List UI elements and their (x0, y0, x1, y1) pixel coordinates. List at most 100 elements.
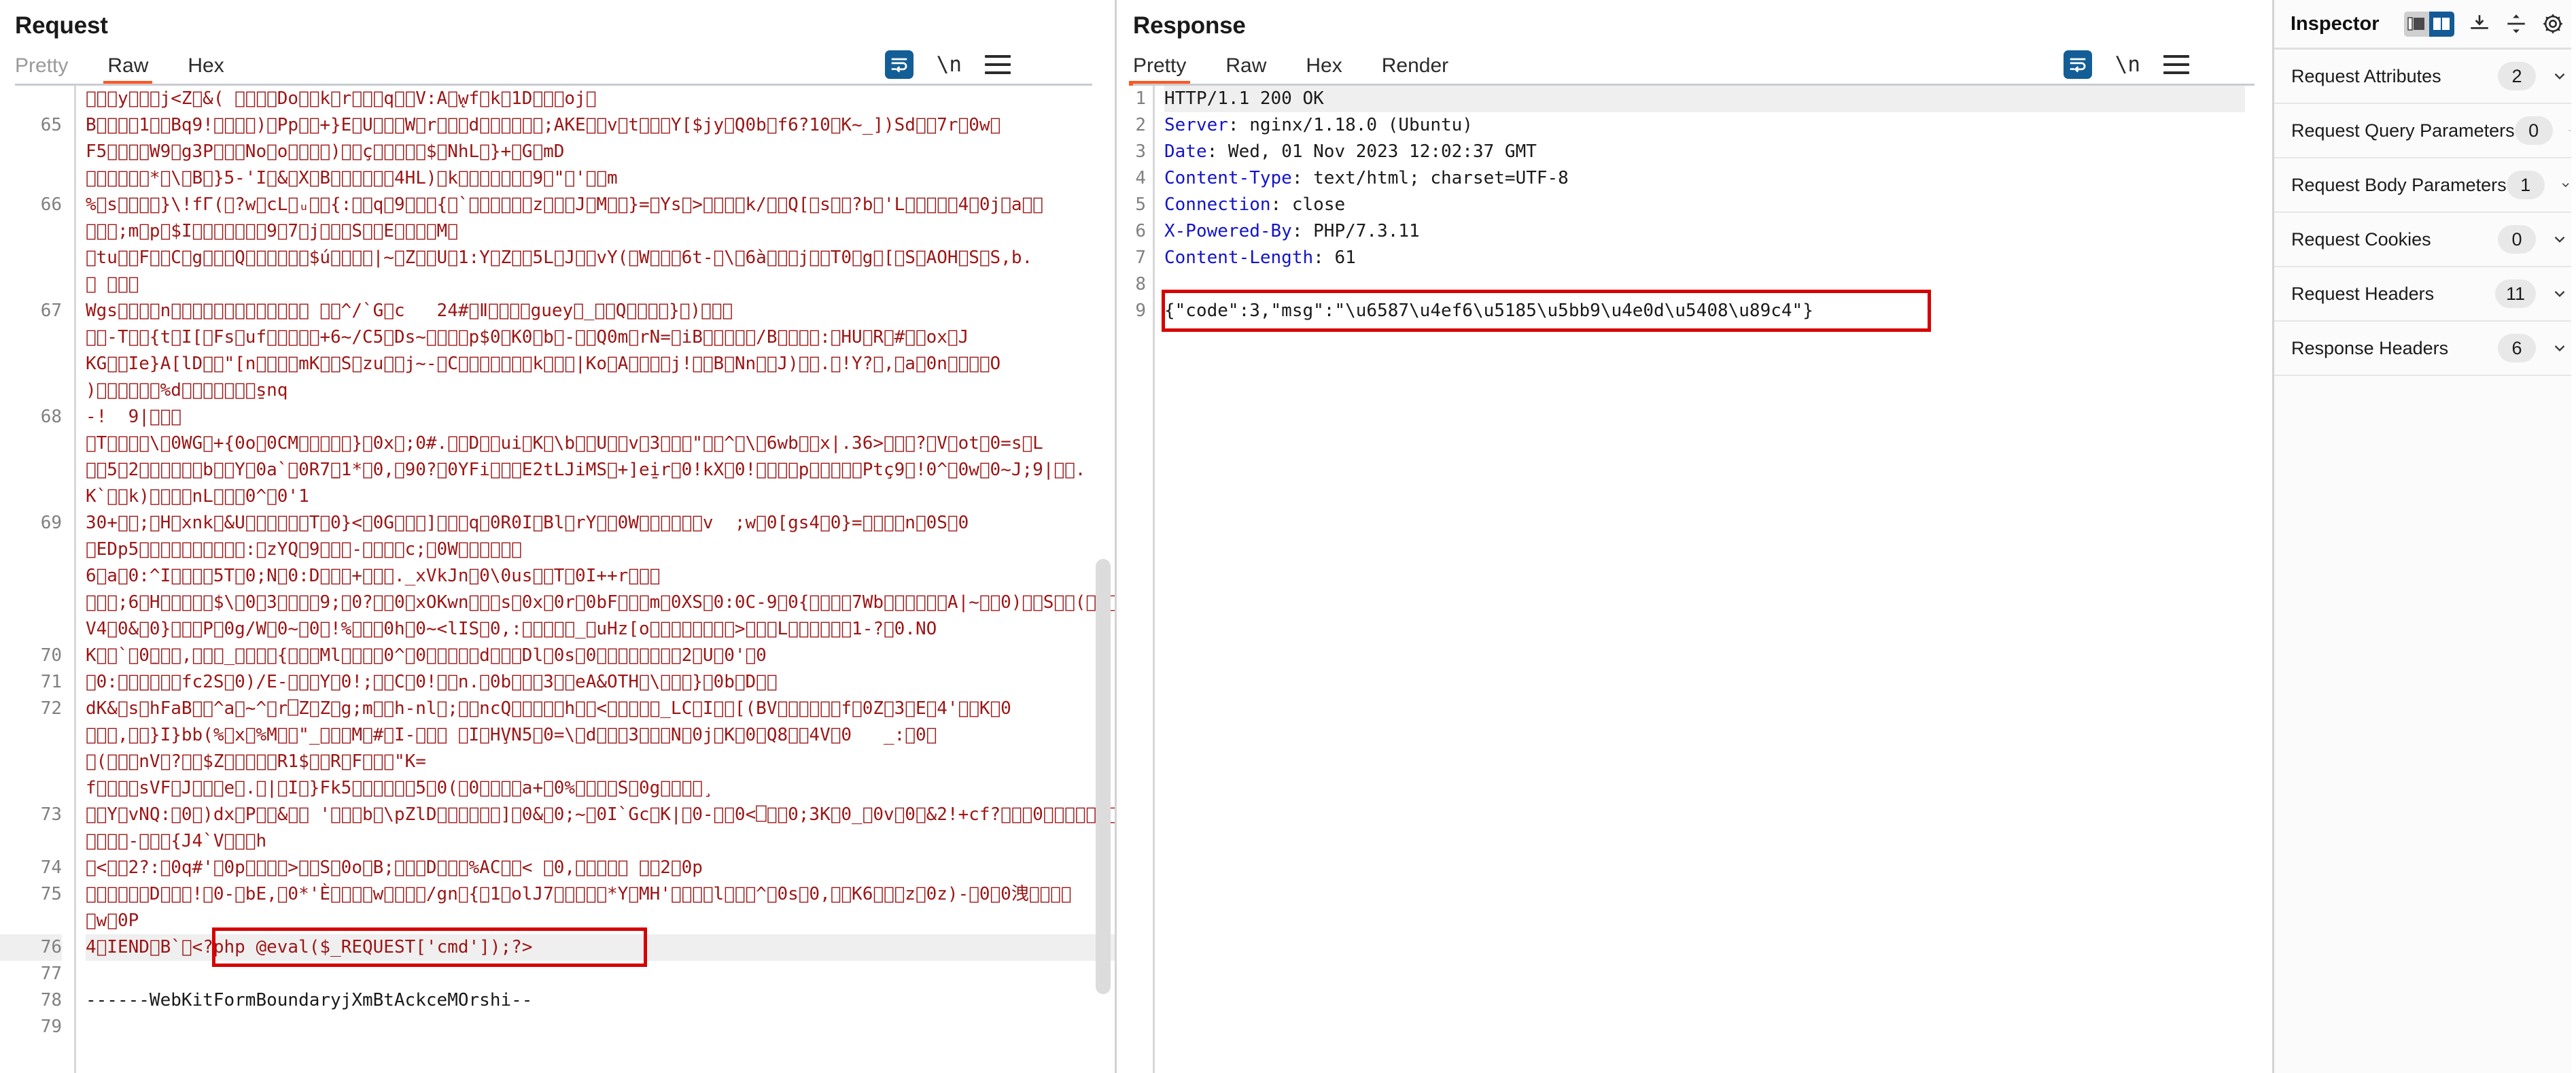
request-line: )      %d       s̱nq (86, 377, 1115, 404)
response-header-name: Connection (1164, 194, 1271, 215)
inspector-section-request-attributes[interactable]: Request Attributes 2 (2274, 50, 2571, 104)
response-line: HTTP/1.1 200 OK (1164, 86, 2245, 112)
request-binary-blob:  0:      fc2S 0)/E-   Y 0!;  C 0!  n. 0b… (86, 672, 778, 692)
request-newline-icon[interactable]: \n (937, 54, 962, 75)
request-line (86, 1014, 1115, 1040)
request-line: KG  Ie}A[lD  "[n    mK  S zu  j~- C     … (86, 351, 1115, 377)
tab-request-hex[interactable]: Hex (188, 54, 224, 86)
tab-response-hex[interactable]: Hex (1306, 54, 1342, 86)
request-binary-blob:    ;m p $I       9 7 j   S  E    M  (86, 221, 458, 241)
request-binary-blob:    y   j<Z &(     Do  k r   q  V:A ̨wf k… (86, 88, 597, 109)
response-code-area[interactable]: HTTP/1.1 200 OK Server: nginx/1.18.0 (Ubu… (1155, 86, 2272, 1073)
tab-response-pretty[interactable]: Pretty (1128, 54, 1191, 86)
request-line:   5 2      b  Y 0a` 0R7̱ 1* 0, 90? 0YFi … (86, 457, 1115, 483)
response-line: Server: nginx/1.18.0 (Ubuntu) (1164, 112, 2272, 139)
settings-gear-icon[interactable] (2541, 12, 2564, 35)
request-line:       (86, 271, 1115, 298)
inspector-section-count-badge: 1 (2506, 171, 2545, 199)
request-editor[interactable]: 65 66 67 68 69 70 71 72 73 74 75 76 77 78 79    y   j<… (0, 86, 1115, 1073)
request-line-number: 76 (0, 934, 62, 961)
response-word-wrap-icon[interactable] (2063, 50, 2092, 79)
response-line-number: 7 (1135, 248, 1146, 268)
request-binary-blob: -! 9|    (86, 407, 181, 427)
chevron-down-icon[interactable] (2560, 176, 2571, 194)
response-header-value: : 61 (1313, 248, 1356, 268)
request-word-wrap-icon[interactable] (884, 50, 913, 79)
chevron-down-icon[interactable] (2551, 231, 2571, 248)
inspector-section-count-badge: 0 (2498, 225, 2536, 254)
tab-request-raw[interactable]: Raw (103, 54, 153, 86)
chevron-down-icon[interactable] (2551, 285, 2571, 303)
request-line-number: 74 (40, 857, 62, 878)
request-line-number (0, 430, 62, 457)
inspector-section-response-headers[interactable]: Response Headers 6 (2274, 322, 2571, 376)
collapse-all-icon[interactable] (2468, 12, 2491, 35)
request-line-number (0, 749, 62, 775)
chevron-down-icon[interactable] (2551, 339, 2571, 357)
request-line:    y   j<Z &(     Do  k r   q  V:A ̨wf k… (86, 86, 1115, 112)
request-line-number (0, 828, 62, 855)
tab-request-pretty[interactable]: Pretty (15, 54, 68, 86)
burp-repeater-window: Request Pretty Raw Hex \n 65 66 67 68 69… (0, 0, 2576, 1073)
request-binary-blob: )      %d       s̱nq (86, 380, 288, 401)
request-line-number: 66 (40, 194, 62, 215)
tab-response-render[interactable]: Render (1382, 54, 1448, 86)
chevron-down-icon[interactable] (2551, 67, 2571, 85)
response-line: Date: Wed, 01 Nov 2023 12:02:37 GMT (1164, 139, 2272, 165)
inspector-section-request-query-parameters[interactable]: Request Query Parameters 0 (2274, 104, 2571, 158)
expand-all-icon[interactable] (2505, 12, 2528, 35)
request-line:       D   ! 0- bE, 0*'È    w    /gn {̱ 1… (86, 881, 1115, 908)
response-toolbar: \n (2040, 50, 2189, 79)
request-binary-blob: 6 a 0:^I    5T 0;N 0:D   +   ._xVkJn 0\0… (86, 566, 661, 586)
response-body-line: {"code":3,"msg":"\u6587\u4ef6\u5185\u5bb… (1162, 290, 2272, 332)
response-json-body: {"code":3,"msg":"\u6587\u4ef6\u5185\u5bb… (1164, 301, 1813, 321)
single-pane-view-icon[interactable] (2403, 11, 2429, 37)
request-line-number (0, 775, 62, 802)
inspector-view-toggle[interactable] (2403, 11, 2454, 37)
request-line-number (0, 457, 62, 483)
inspector-section-count-badge: 11 (2494, 279, 2536, 308)
request-binary-blob:    ;6 H     $\ 0 3    9; 0?  0 xOKwn   s… (86, 592, 1115, 613)
response-line-number: 8 (1135, 274, 1146, 294)
request-binary-blob:     -   {J4`V   h (86, 831, 267, 851)
request-panel-title: Request (15, 12, 108, 39)
response-header-value: : PHP/7.3.11 (1291, 221, 1420, 241)
inspector-section-count-badge: 0 (2514, 116, 2553, 145)
inspector-section-request-cookies[interactable]: Request Cookies 0 (2274, 213, 2571, 267)
request-binary-blob:  tu  F  C g   Q      $ú    |~ Z  U 1:Y Z… (86, 248, 1033, 268)
request-line-number: 70 (40, 645, 62, 666)
inspector-header: Inspector (2274, 0, 2571, 48)
response-newline-icon[interactable]: \n (2115, 54, 2140, 75)
response-panel: Response Pretty Raw Hex Render \n 1 2 3 … (1117, 0, 2272, 1073)
tab-response-raw[interactable]: Raw (1225, 54, 1266, 86)
request-line: ------WebKitFormBoundaryjXmBtAckceMOrshi… (86, 987, 1115, 1014)
request-scrollbar-track[interactable] (1096, 90, 1111, 1073)
response-editor[interactable]: 1 2 3 4 5 6 7 8 9 HTTP/1.1 200 OK Server: nginx/1… (1117, 86, 2272, 1073)
request-line-number (0, 722, 62, 749)
request-line-number: 68 (40, 407, 62, 427)
request-line:  w 0P (86, 908, 1115, 934)
response-menu-icon[interactable] (2163, 55, 2189, 74)
inspector-section-request-headers[interactable]: Request Headers 11 (2274, 267, 2571, 322)
request-binary-blob:   Y vNQ: 0 )dx P  &   '   b \pZlD      ]… (86, 804, 1115, 825)
request-panel: Request Pretty Raw Hex \n 65 66 67 68 69… (0, 0, 1115, 1073)
inspector-section-count-badge: 6 (2498, 334, 2536, 362)
request-menu-icon[interactable] (985, 55, 1011, 74)
request-line-number: 77 (40, 964, 62, 984)
request-binary-blob: V4 0& 0}   P 0g/W 0~ 0 !%   0h 0~<lIS 0,… (86, 619, 937, 639)
inspector-section-request-body-parameters[interactable]: Request Body Parameters 1 (2274, 158, 2571, 213)
request-binary-blob: 30+  ; H xnk &U      T 0}< 0G   ]   q 0R… (86, 513, 969, 533)
response-panel-title: Response (1133, 12, 1246, 39)
request-binary-blob: B ⤗  1  Bq9!    ) Pp  +}E U   W r   d   … (86, 115, 1001, 135)
response-tabbar: Pretty Raw Hex Render \n (1128, 48, 2255, 86)
chevron-down-icon[interactable] (2568, 122, 2571, 139)
request-line-number (0, 908, 62, 934)
request-binary-blob:   -T  {t I[ Fs uf     +6~/C5 Ds~    p$0 … (86, 327, 969, 347)
request-code-area[interactable]:    y   j<Z &(     Do  k r   q  V:A ̨wf k… (76, 86, 1115, 1073)
request-line:  <  2?: 0q#' 0p    >  S 0o B;   D   %AC … (86, 855, 1115, 881)
request-line-number (0, 271, 62, 298)
request-scrollbar-thumb[interactable] (1096, 559, 1111, 994)
split-pane-view-icon[interactable] (2429, 11, 2454, 37)
request-line-number (0, 324, 62, 351)
request-binary-blob:  w 0P (86, 910, 139, 931)
